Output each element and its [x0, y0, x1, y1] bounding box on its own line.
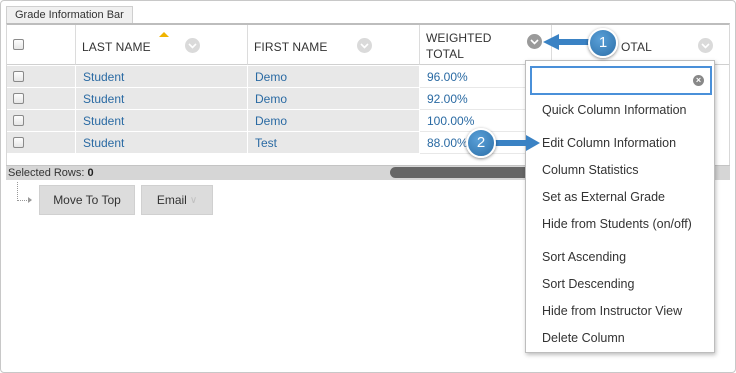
first-name-cell: Demo: [248, 66, 420, 88]
header-last-name-label: LAST NAME: [82, 40, 151, 54]
grade-information-bar-tab[interactable]: Grade Information Bar: [6, 6, 133, 23]
chevron-down-icon[interactable]: [527, 34, 542, 49]
header-total-label: OTAL: [621, 40, 652, 54]
first-name-link[interactable]: Demo: [255, 113, 287, 129]
header-weighted-total[interactable]: WEIGHTED TOTAL: [420, 25, 552, 65]
row-select-cell: [7, 110, 76, 132]
row-checkbox[interactable]: [13, 137, 24, 148]
menu-item-sort-descending[interactable]: Sort Descending: [542, 276, 634, 292]
callout-step-1: 1: [588, 28, 618, 58]
last-name-cell: Student: [76, 110, 248, 132]
chevron-down-icon[interactable]: [185, 38, 200, 53]
horizontal-scrollbar[interactable]: [390, 167, 530, 178]
clear-search-icon[interactable]: ×: [693, 75, 704, 86]
row-checkbox[interactable]: [13, 71, 24, 82]
weighted-total-value: 92.00%: [427, 92, 468, 106]
weighted-total-value: 96.00%: [427, 70, 468, 84]
last-name-cell: Student: [76, 66, 248, 88]
first-name-cell: Demo: [248, 88, 420, 110]
menu-item-column-statistics[interactable]: Column Statistics: [542, 162, 639, 178]
header-weighted-total-label-line1: WEIGHTED: [426, 31, 492, 45]
selected-rows-count: 0: [87, 167, 94, 179]
header-weighted-total-label-line2: TOTAL: [426, 47, 465, 61]
menu-item-hide-from-students[interactable]: Hide from Students (on/off): [542, 216, 692, 232]
row-select-cell: [7, 66, 76, 88]
first-name-cell: Demo: [248, 110, 420, 132]
email-label: Email: [156, 193, 187, 207]
first-name-link[interactable]: Demo: [255, 91, 287, 107]
last-name-link[interactable]: Student: [83, 135, 124, 151]
first-name-cell: Test: [248, 132, 420, 154]
header-first-name-label: FIRST NAME: [254, 40, 328, 54]
chevron-down-icon[interactable]: [357, 38, 372, 53]
row-select-cell: [7, 132, 76, 154]
move-to-top-label: Move To Top: [53, 193, 121, 207]
move-to-top-button[interactable]: Move To Top: [39, 185, 135, 215]
weighted-total-value: 100.00%: [427, 114, 475, 128]
select-all-checkbox[interactable]: [13, 39, 24, 50]
last-name-link[interactable]: Student: [83, 69, 124, 85]
tree-arrow-icon: [28, 197, 32, 203]
weighted-total-value: 88.00%: [427, 136, 468, 150]
header-last-name[interactable]: LAST NAME: [76, 25, 248, 65]
last-name-link[interactable]: Student: [83, 91, 124, 107]
menu-item-hide-from-instructor-view[interactable]: Hide from Instructor View: [542, 303, 682, 319]
menu-item-edit-column-information[interactable]: Edit Column Information: [542, 135, 676, 151]
sort-ascending-icon: [159, 32, 169, 37]
first-name-link[interactable]: Test: [255, 135, 277, 151]
header-select-all-cell: [7, 25, 76, 65]
last-name-cell: Student: [76, 88, 248, 110]
menu-item-set-as-external-grade[interactable]: Set as External Grade: [542, 189, 665, 205]
menu-item-delete-column[interactable]: Delete Column: [542, 330, 625, 346]
menu-item-quick-column-information[interactable]: Quick Column Information: [542, 102, 687, 118]
header-total[interactable]: OTAL: [552, 25, 729, 65]
chevron-down-icon: ∨: [189, 195, 198, 206]
menu-item-sort-ascending[interactable]: Sort Ascending: [542, 249, 626, 265]
column-context-menu: × Quick Column Information Edit Column I…: [525, 60, 715, 353]
callout-step-2: 2: [466, 128, 496, 158]
row-checkbox[interactable]: [13, 93, 24, 104]
header-first-name[interactable]: FIRST NAME: [248, 25, 420, 65]
row-select-cell: [7, 88, 76, 110]
row-checkbox[interactable]: [13, 115, 24, 126]
menu-search-input[interactable]: ×: [530, 66, 712, 95]
chevron-down-icon[interactable]: [698, 38, 713, 53]
first-name-link[interactable]: Demo: [255, 69, 287, 85]
last-name-cell: Student: [76, 132, 248, 154]
email-button[interactable]: Email ∨: [141, 185, 213, 215]
selected-rows-label: Selected Rows:: [8, 167, 85, 179]
last-name-link[interactable]: Student: [83, 113, 124, 129]
